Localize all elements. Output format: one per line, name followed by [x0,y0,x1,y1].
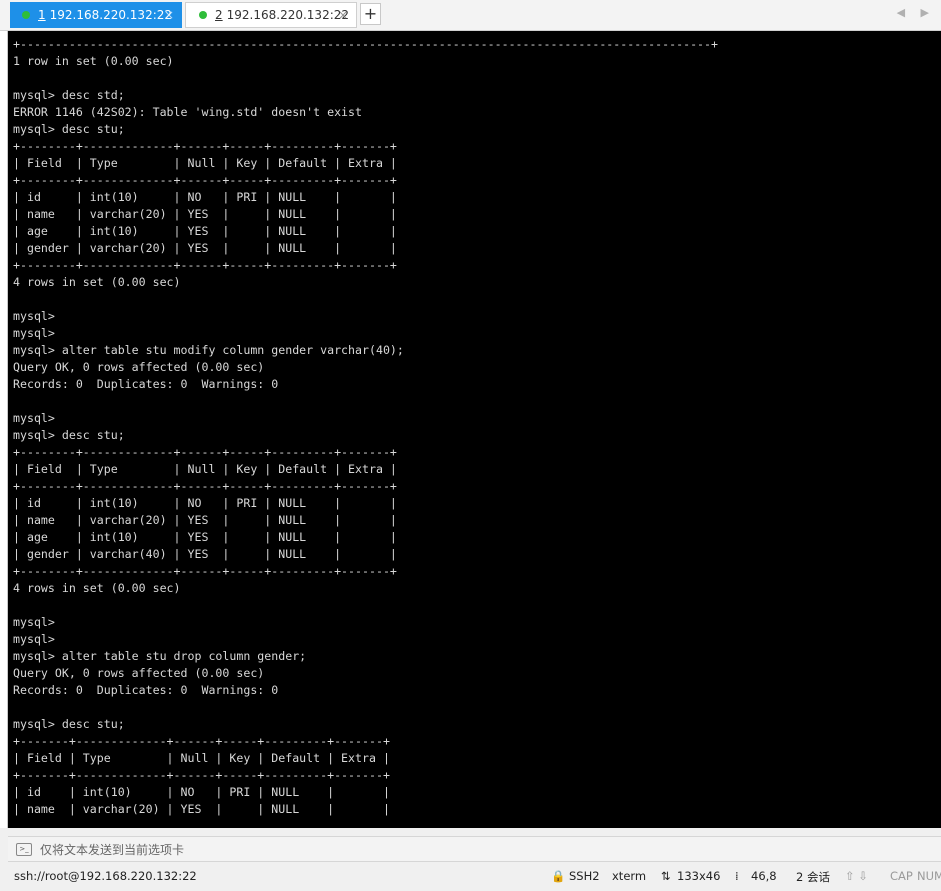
send-text-placeholder[interactable]: 仅将文本发送到当前选项卡 [40,841,184,858]
terminal-line: +--------+-------------+------+-----+---… [13,173,397,187]
close-tab-icon[interactable]: × [338,8,348,22]
caps-lock-indicator: CAP [890,869,913,883]
resize-icon: ⇅ [661,869,671,883]
tab-title: 192.168.220.132:22 [226,8,350,22]
tab-bar: 1 192.168.220.132:22 × 2 192.168.220.132… [0,0,941,31]
terminal-line: | id | int(10) | NO | PRI | NULL | | [13,496,397,510]
protocol-indicator: 🔒 SSH2 [551,869,600,883]
terminal-line: +--------+-------------+------+-----+---… [13,445,397,459]
terminal-line: | id | int(10) | NO | PRI | NULL | | [13,785,390,799]
terminal-line: Records: 0 Duplicates: 0 Warnings: 0 [13,377,279,391]
cursor-icon: ⁞ [735,869,739,883]
terminal-line: 4 rows in set (0.00 sec) [13,581,181,595]
terminal-icon: >_ [16,842,32,856]
terminal-line: | gender | varchar(40) | YES | | NULL | … [13,547,397,561]
terminal-line: +--------+-------------+------+-----+---… [13,139,397,153]
session-count: 2 会话 [796,870,830,884]
terminal-line: | name | varchar(20) | YES | | NULL | | [13,802,390,816]
terminal-output[interactable]: +---------------------------------------… [8,31,941,828]
tab-title: 192.168.220.132:22 [49,8,173,22]
terminal-line: +--------+-------------+------+-----+---… [13,564,397,578]
terminal-line: | gender | varchar(20) | YES | | NULL | … [13,241,397,255]
terminal-line: Records: 0 Duplicates: 0 Warnings: 0 [13,683,279,697]
terminal-line: | name | varchar(20) | YES | | NULL | | [13,513,397,527]
terminal-line: mysql> [13,309,55,323]
terminal-line: +--------+-------------+------+-----+---… [13,479,397,493]
terminal-size: 133x46 [677,869,721,883]
terminal-line: | Field | Type | Null | Key | Default | … [13,156,397,170]
connected-status-icon [199,11,207,19]
tab-number: 2 [215,8,223,22]
terminal-line: ERROR 1146 (42S02): Table 'wing.std' doe… [13,105,363,119]
new-tab-button[interactable]: + [360,3,381,25]
terminal-line: | name | varchar(20) | YES | | NULL | | [13,207,397,221]
terminal-line: Query OK, 0 rows affected (0.00 sec) [13,360,265,374]
connected-status-icon [22,11,30,19]
terminal-line: mysql> alter table stu modify column gen… [13,343,404,357]
terminal-line: +-------+-------------+------+-----+----… [13,768,390,782]
terminal-line: | id | int(10) | NO | PRI | NULL | | [13,190,397,204]
close-tab-icon[interactable]: × [164,8,174,22]
terminal-line: 1 row in set (0.00 sec) [13,54,174,68]
terminal-line: | age | int(10) | YES | | NULL | | [13,530,397,544]
terminal-line: +--------+-------------+------+-----+---… [13,258,397,272]
terminal-line: | Field | Type | Null | Key | Default | … [13,751,390,765]
tab-number: 1 [38,8,46,22]
cursor-position: 46,8 [751,869,777,883]
terminal-line: mysql> alter table stu drop column gende… [13,649,307,663]
tab-scroll-arrows-icon[interactable]: ◀ ▶ [897,6,935,19]
terminal-line: +---------------------------------------… [13,37,718,51]
terminal-line: mysql> desc stu; [13,717,125,731]
terminal-line: mysql> desc std; [13,88,125,102]
connection-string: ssh://root@192.168.220.132:22 [14,869,197,883]
terminal-line: mysql> [13,326,55,340]
terminal-type: xterm [612,869,647,883]
scroll-arrows-icon: ⇧ ⇩ [845,869,868,883]
terminal-line: mysql> desc stu; [13,122,125,136]
terminal-line: mysql> [13,615,55,629]
terminal-line: 4 rows in set (0.00 sec) [13,275,181,289]
terminal-line: | Field | Type | Null | Key | Default | … [13,462,397,476]
send-text-bar[interactable]: >_ 仅将文本发送到当前选项卡 [8,836,941,862]
terminal-line: mysql> [13,411,55,425]
terminal-line: +-------+-------------+------+-----+----… [13,734,390,748]
tab-session-1[interactable]: 1 192.168.220.132:22 × [10,2,182,28]
terminal-line: | age | int(10) | YES | | NULL | | [13,224,397,238]
tab-session-2[interactable]: 2 192.168.220.132:22 × [185,2,357,28]
terminal-line: Query OK, 0 rows affected (0.00 sec) [13,666,265,680]
status-bar: ssh://root@192.168.220.132:22 🔒 SSH2 xte… [0,862,941,891]
terminal-line: mysql> desc stu; [13,428,125,442]
window-left-edge [0,31,8,828]
terminal-line: mysql> [13,632,55,646]
num-lock-indicator: NUM [917,869,941,883]
